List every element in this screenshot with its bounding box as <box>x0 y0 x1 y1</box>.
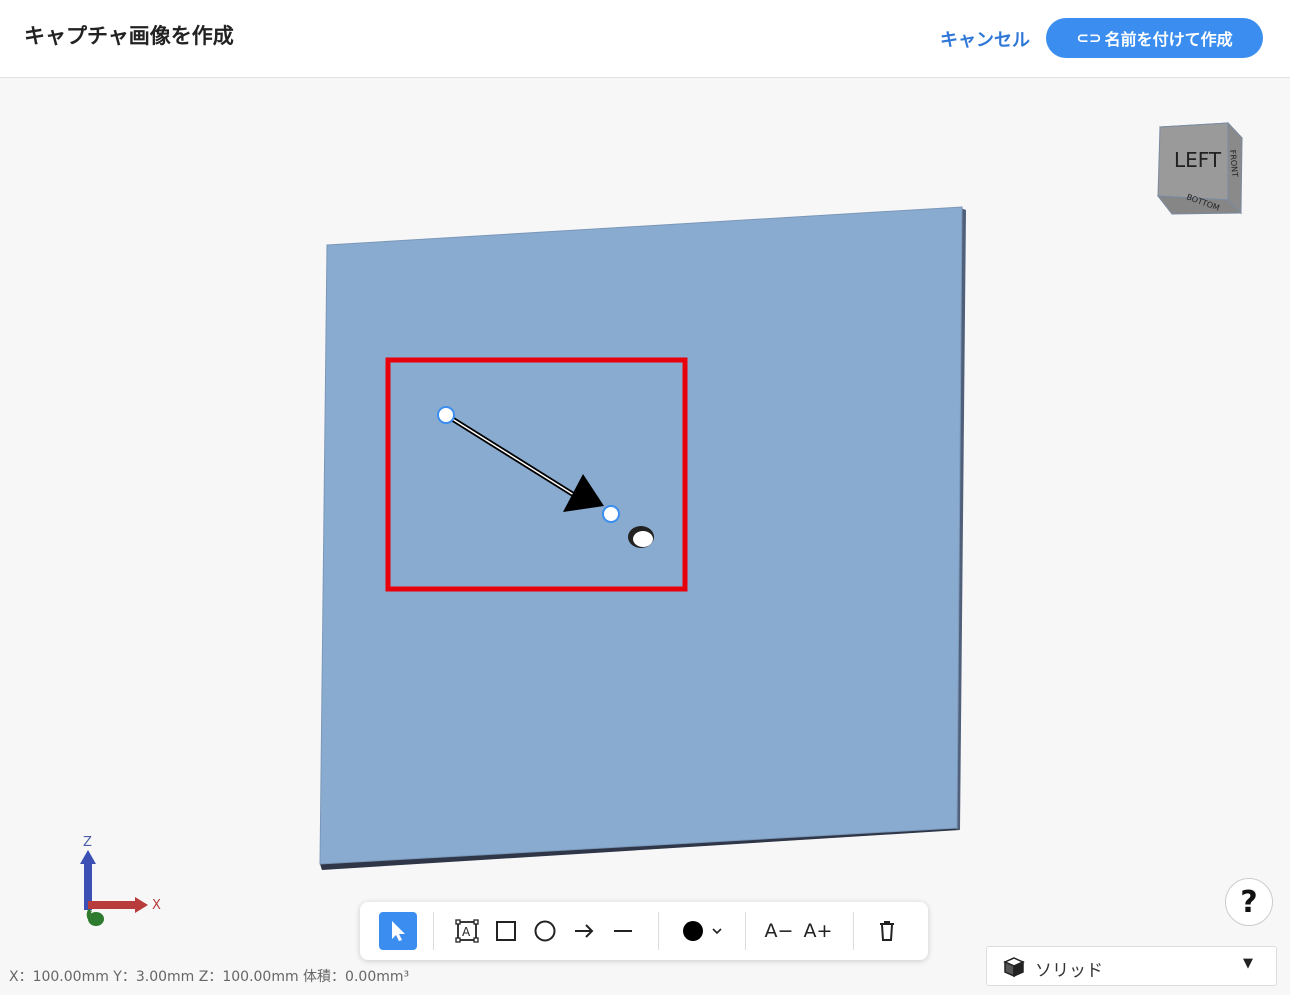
create-named-button[interactable]: ⊂⊃ 名前を付けて作成 <box>1046 18 1263 58</box>
display-mode-select[interactable]: ソリッド ▼ <box>986 946 1277 986</box>
rectangle-tool[interactable] <box>487 912 525 950</box>
color-picker[interactable] <box>674 912 728 950</box>
help-button[interactable]: ? <box>1225 878 1273 926</box>
font-smaller-button[interactable]: A− <box>760 912 798 950</box>
delete-button[interactable] <box>868 912 906 950</box>
annotation-toolbar: A A− A+ <box>360 902 928 960</box>
text-box-tool[interactable]: A <box>448 912 486 950</box>
axis-triad: Z X <box>80 835 161 926</box>
scene-canvas[interactable] <box>0 79 1290 995</box>
axis-z-label: Z <box>83 835 92 850</box>
create-named-label: 名前を付けて作成 <box>1104 30 1233 49</box>
font-larger-label: A+ <box>803 920 833 942</box>
arrow-tool[interactable] <box>565 912 603 950</box>
select-tool[interactable] <box>379 912 417 950</box>
font-larger-button[interactable]: A+ <box>799 912 837 950</box>
color-swatch-icon <box>683 921 722 941</box>
text-box-icon: A <box>455 919 479 943</box>
paperclip-icon: ⊂⊃ <box>1076 29 1102 47</box>
trash-icon <box>880 921 894 941</box>
line-icon <box>614 930 632 932</box>
help-label: ? <box>1240 884 1258 920</box>
circle-tool[interactable] <box>526 912 564 950</box>
solid-cube-icon <box>1003 957 1025 978</box>
font-smaller-label: A− <box>764 920 794 942</box>
rectangle-icon <box>496 921 516 941</box>
axis-x-label: X <box>152 898 161 913</box>
status-bar: X：100.00mm Y：3.00mm Z：100.00mm 体積：0.00mm… <box>9 969 410 985</box>
circle-icon <box>534 920 556 942</box>
pointer-icon <box>392 921 405 941</box>
svg-text:A: A <box>462 925 471 939</box>
cancel-button[interactable]: キャンセル <box>940 26 1030 52</box>
3d-viewport[interactable] <box>0 79 1290 995</box>
display-mode-label: ソリッド <box>1035 961 1103 981</box>
chevron-down-icon: ▼ <box>1243 956 1253 971</box>
arrow-end-handle <box>602 505 620 523</box>
arrow-start-handle <box>437 406 455 424</box>
page-title: キャプチャ画像を作成 <box>24 24 234 48</box>
cube-left-label: LEFT <box>1174 148 1222 172</box>
arrow-right-icon <box>575 924 594 938</box>
header: キャプチャ画像を作成 キャンセル ⊂⊃ 名前を付けて作成 <box>0 0 1290 78</box>
view-cube[interactable]: LEFT FRONT BOTTOM <box>1150 120 1250 220</box>
line-tool[interactable] <box>604 912 642 950</box>
